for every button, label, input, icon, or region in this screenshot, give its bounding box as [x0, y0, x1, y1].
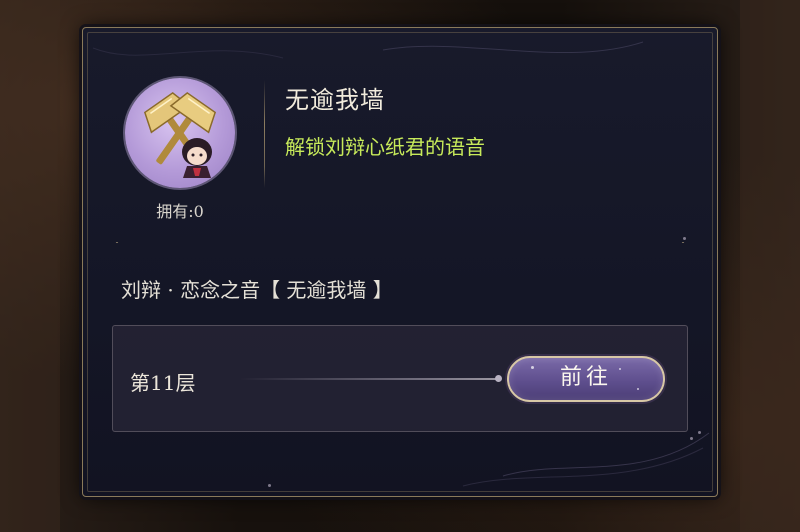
background-shelf-left [0, 0, 60, 532]
item-title: 无逾我墙 [285, 86, 385, 114]
button-sparkle [637, 388, 639, 390]
vertical-divider [264, 80, 265, 188]
item-description: 解锁刘辩心纸君的语音 [285, 135, 485, 159]
decorative-dot [268, 484, 271, 487]
connector-dot [495, 375, 502, 382]
go-button-label: 前往 [559, 365, 612, 390]
button-sparkle [619, 368, 621, 370]
item-icon-frame [125, 78, 235, 188]
owned-count: 拥有:0 [156, 202, 204, 221]
section-divider [115, 242, 685, 243]
progress-connector-line [240, 378, 500, 380]
go-button[interactable]: 前往 [507, 356, 665, 402]
floor-label: 第11层 [130, 371, 196, 395]
golden-axes-chibi-icon [125, 78, 235, 188]
decorative-dot [690, 437, 693, 440]
background-shelf-right [740, 0, 800, 532]
decorative-dot [683, 237, 686, 240]
decorative-dot [698, 431, 701, 434]
voice-name: 刘辩 · 恋念之音【 无逾我墙 】 [121, 278, 393, 302]
button-sparkle [531, 366, 534, 369]
